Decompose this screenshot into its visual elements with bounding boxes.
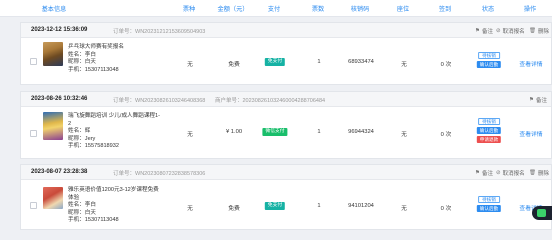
- col-checkin: 签到: [438, 6, 452, 13]
- customer-name: 姓名：辉: [68, 128, 91, 135]
- seat: 无: [401, 62, 407, 68]
- row-checkbox[interactable]: [30, 202, 37, 209]
- col-pay: 支付: [267, 6, 281, 13]
- checkin-count: 0 次: [440, 132, 452, 138]
- order-card: 2023-12-12 15:36:09 订单号：WN20231212153609…: [20, 22, 552, 85]
- order-time: 2023-08-07 23:28:38: [31, 169, 88, 175]
- event-thumbnail[interactable]: [43, 42, 63, 66]
- checkin-count: 0 次: [440, 206, 452, 212]
- amount: 免费: [228, 206, 240, 212]
- amount: ¥ 1.00: [225, 129, 243, 135]
- order-number: 订单号：WN20230807232838578306: [113, 171, 206, 177]
- col-qty: 票数: [311, 6, 325, 13]
- ticket-qty: 1: [317, 59, 321, 65]
- col-status: 状态: [481, 6, 495, 13]
- row-checkbox[interactable]: [30, 58, 37, 65]
- verification-code: 94101204: [348, 203, 374, 209]
- verification-code: 96944324: [348, 129, 374, 135]
- cancel-registration-button[interactable]: ⊘ 取消报名: [496, 27, 525, 35]
- refund-request-button[interactable]: 申请退款: [476, 136, 502, 143]
- order-header: 2023-08-26 10:32:46 订单号：WN20230826103246…: [21, 92, 551, 107]
- pay-badge: 微信支付: [262, 128, 288, 136]
- confirm-button[interactable]: 确认后勤: [476, 127, 502, 134]
- customer-phone: 手机：15575818932: [68, 143, 120, 150]
- verification-code: 68933474: [348, 59, 374, 65]
- ticket-qty: 1: [317, 129, 321, 135]
- order-info: 瑞飞旋舞蹈培训 少儿/成人舞蹈课程1-2 姓名：辉 昵称：Jery 手机：155…: [68, 113, 160, 151]
- ticket-type: 无: [187, 206, 193, 212]
- seat: 无: [401, 206, 407, 212]
- col-code: 核销码: [350, 6, 370, 13]
- delete-button[interactable]: 🗑 删除: [529, 27, 549, 35]
- col-amount: 金额（元）: [217, 6, 249, 13]
- status-pending-button[interactable]: 待核销: [478, 196, 500, 203]
- col-action: 操作: [523, 6, 537, 13]
- ticket-type: 无: [187, 132, 193, 138]
- cancel-registration-button[interactable]: ⊘ 取消报名: [496, 169, 525, 177]
- row-checkbox[interactable]: [30, 130, 37, 137]
- seat: 无: [401, 132, 407, 138]
- amount: 免费: [228, 62, 240, 68]
- trash-icon: 🗑: [529, 28, 536, 34]
- trash-icon: 🗑: [529, 170, 536, 176]
- col-ticket-type: 票种: [182, 6, 196, 13]
- order-time: 2023-12-12 15:36:09: [31, 27, 88, 33]
- cancel-circle-icon: ⊘: [496, 170, 501, 176]
- status-pending-button[interactable]: 待核销: [478, 52, 500, 59]
- floating-chat-widget[interactable]: [532, 206, 552, 220]
- order-header: 2023-12-12 15:36:09 订单号：WN20231212153609…: [21, 23, 551, 38]
- order-card: 2023-08-07 23:28:38 订单号：WN20230807232838…: [20, 164, 552, 230]
- confirm-button[interactable]: 确认后勤: [476, 61, 502, 68]
- note-button[interactable]: ⚑ 备注: [475, 27, 493, 35]
- event-title[interactable]: 乒乓球大师赛有奖报名: [68, 44, 124, 52]
- view-details-link[interactable]: 查看详情: [519, 129, 542, 138]
- flag-icon: ⚑: [475, 170, 480, 176]
- view-details-link[interactable]: 查看详情: [519, 59, 542, 68]
- event-thumbnail[interactable]: [43, 187, 63, 209]
- order-number: 订单号：WN20231212153609504903: [113, 29, 206, 35]
- confirm-button[interactable]: 确认后勤: [476, 205, 502, 212]
- delete-button[interactable]: 🗑 删除: [529, 169, 549, 177]
- customer-phone: 手机：15307113048: [68, 217, 119, 224]
- cancel-circle-icon: ⊘: [496, 28, 501, 34]
- ticket-qty: 1: [317, 203, 321, 209]
- customer-phone: 手机：15307113048: [68, 66, 119, 73]
- order-info: 乒乓球大师赛有奖报名 姓名：李白 昵称：白天 手机：15307113048: [68, 44, 124, 74]
- order-card: 2023-08-26 10:32:46 订单号：WN20230826103246…: [20, 91, 552, 159]
- event-thumbnail[interactable]: [43, 112, 63, 140]
- col-seat: 座位: [396, 6, 410, 13]
- checkin-count: 0 次: [440, 62, 452, 68]
- order-time: 2023-08-26 10:32:46: [31, 96, 88, 102]
- table-header: 基本信息 票种 金额（元） 支付 票数 核销码 座位 签到 状态 操作: [0, 0, 552, 17]
- pay-badge: 免支付: [264, 202, 286, 210]
- order-number: 订单号：WN20230826103246408368: [113, 98, 206, 104]
- chat-icon: [537, 209, 546, 217]
- event-title[interactable]: 雅乐英语价值1200元3-12岁课程免费体验: [68, 187, 160, 202]
- customer-name: 姓名：李白: [68, 202, 96, 209]
- note-button[interactable]: ⚑ 备注: [475, 169, 493, 177]
- customer-nickname: 昵称：白天: [68, 59, 96, 66]
- event-title[interactable]: 瑞飞旋舞蹈培训 少儿/成人舞蹈课程1-2: [68, 113, 160, 128]
- order-info: 雅乐英语价值1200元3-12岁课程免费体验 姓名：李白 昵称：白天 手机：15…: [68, 187, 160, 225]
- flag-icon: ⚑: [475, 28, 480, 34]
- pay-badge: 免支付: [264, 58, 286, 66]
- note-button[interactable]: ⚑ 备注: [529, 96, 547, 104]
- status-pending-button[interactable]: 待核销: [478, 118, 500, 125]
- ticket-type: 无: [187, 62, 193, 68]
- col-basic-info: 基本信息: [41, 6, 67, 13]
- flag-icon: ⚑: [529, 97, 534, 103]
- order-header: 2023-08-07 23:28:38 订单号：WN20230807232838…: [21, 165, 551, 180]
- merchant-order-number: 商户单号：202308261032460004288706484: [215, 98, 326, 104]
